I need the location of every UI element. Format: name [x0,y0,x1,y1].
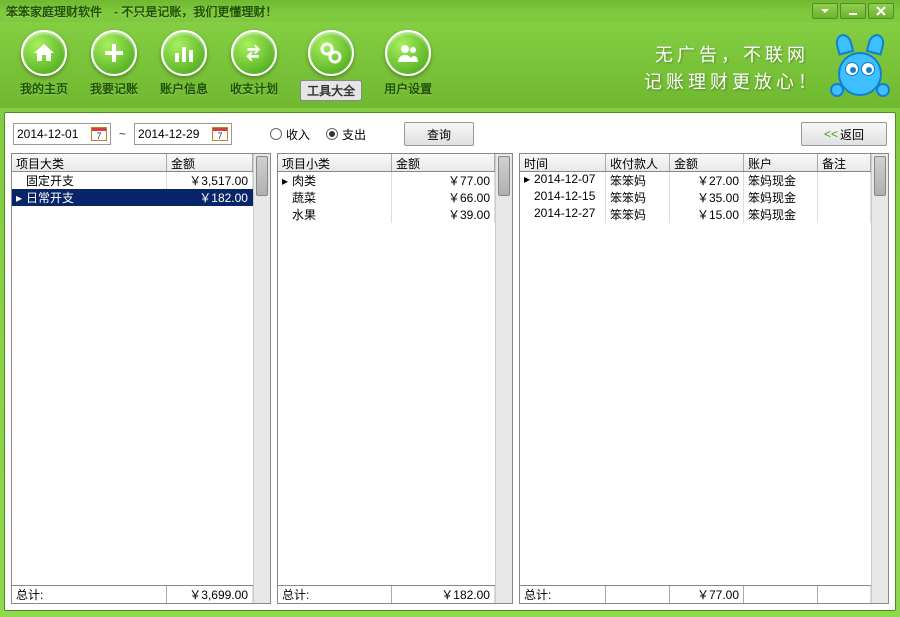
users-icon [385,30,431,76]
gear-icon [308,30,354,76]
col-header[interactable]: 金额 [167,154,253,171]
main-toolbar: 我的主页 我要记账 账户信息 收支计划 工具大全 用户设置 无广告，不联网 记账… [0,22,900,108]
table-row[interactable]: 2014-12-27 笨笨妈 ￥15.00 笨妈现金 [520,206,871,223]
date-range-separator: ~ [119,127,126,141]
slogan: 无广告，不联网 记账理财更放心！ [644,42,820,96]
table-row[interactable]: 蔬菜 ￥66.00 [278,189,495,206]
chart-icon [161,30,207,76]
date-to-input[interactable]: 2014-12-29 [134,123,232,145]
table-body[interactable]: 固定开支 ￥3,517.00 ▸日常开支 ￥182.00 [12,172,253,585]
col-header[interactable]: 账户 [744,154,818,171]
table-footer: 总计: ￥77.00 [520,585,871,603]
table-row[interactable]: 2014-12-15 笨笨妈 ￥35.00 笨妈现金 [520,189,871,206]
col-header[interactable]: 收付款人 [606,154,670,171]
minimize-button[interactable] [840,3,866,19]
tables-container: 项目大类 金额 固定开支 ￥3,517.00 ▸日常开支 ￥182.00 [11,153,889,604]
footer-label: 总计: [278,586,392,603]
date-from-input[interactable]: 2014-12-01 [13,123,111,145]
table-footer: 总计: ￥3,699.00 [12,585,253,603]
col-header[interactable]: 金额 [670,154,744,171]
col-header[interactable]: 项目大类 [12,154,167,171]
mascot-icon [830,34,890,99]
footer-amount: ￥182.00 [392,586,495,603]
table-header: 项目小类 金额 [278,154,495,172]
chevron-left-icon: << [824,127,838,141]
table-body[interactable]: ▸肉类 ￥77.00 蔬菜 ￥66.00 水果 ￥39.00 [278,172,495,585]
table-row[interactable]: 水果 ￥39.00 [278,206,495,223]
nav-label: 我的主页 [20,80,68,97]
date-to-value: 2014-12-29 [138,127,212,141]
radio-dot-icon [326,128,338,140]
col-header[interactable]: 备注 [818,154,871,171]
table-footer: 总计: ￥182.00 [278,585,495,603]
row-marker-icon: ▸ [282,174,292,188]
transfer-icon [231,30,277,76]
back-label: 返回 [840,126,864,143]
app-title: 笨笨家庭理财软件 - 不只是记账，我们更懂理财！ [6,3,277,20]
nav-users[interactable]: 用户设置 [384,30,432,101]
nav-label: 收支计划 [230,80,278,97]
row-marker-icon: ▸ [524,172,534,186]
slogan-line1: 无广告，不联网 [644,42,820,69]
home-icon [21,30,67,76]
date-from-value: 2014-12-01 [17,127,91,141]
detail-pane: 时间 收付款人 金额 账户 备注 ▸2014-12-07 笨笨妈 ￥27.00 … [519,153,889,604]
footer-label: 总计: [520,586,606,603]
query-button[interactable]: 查询 [404,122,474,146]
subcategory-pane: 项目小类 金额 ▸肉类 ￥77.00 蔬菜 ￥66.00 水果 [277,153,513,604]
slogan-line2: 记账理财更放心！ [644,69,820,96]
vertical-scrollbar[interactable] [871,154,888,603]
calendar-icon [212,127,228,141]
close-button[interactable] [868,3,894,19]
content-area: 2014-12-01 ~ 2014-12-29 收入 支出 查询 << 返回 [4,112,896,611]
table-row[interactable]: 固定开支 ￥3,517.00 [12,172,253,189]
plus-icon [91,30,137,76]
table-row[interactable]: ▸日常开支 ￥182.00 [12,189,253,206]
nav-plan[interactable]: 收支计划 [230,30,278,101]
radio-expense[interactable]: 支出 [326,126,366,143]
title-bar: 笨笨家庭理财软件 - 不只是记账，我们更懂理财！ [0,0,900,22]
nav-label: 工具大全 [300,80,362,101]
table-header: 项目大类 金额 [12,154,253,172]
vertical-scrollbar[interactable] [253,154,270,603]
radio-income[interactable]: 收入 [270,126,310,143]
type-radio-group: 收入 支出 [270,126,366,143]
category-pane: 项目大类 金额 固定开支 ￥3,517.00 ▸日常开支 ￥182.00 [11,153,271,604]
window-controls [812,3,894,19]
col-header[interactable]: 项目小类 [278,154,392,171]
filter-bar: 2014-12-01 ~ 2014-12-29 收入 支出 查询 << 返回 [11,119,889,149]
nav-account[interactable]: 账户信息 [160,30,208,101]
radio-label: 支出 [342,126,366,143]
table-row[interactable]: ▸肉类 ￥77.00 [278,172,495,189]
table-body[interactable]: ▸2014-12-07 笨笨妈 ￥27.00 笨妈现金 2014-12-15 笨… [520,172,871,585]
nav-home[interactable]: 我的主页 [20,30,68,101]
back-button[interactable]: << 返回 [801,122,887,146]
footer-amount: ￥3,699.00 [167,586,253,603]
calendar-icon [91,127,107,141]
nav-label: 用户设置 [384,80,432,97]
col-header[interactable]: 时间 [520,154,606,171]
nav-record[interactable]: 我要记账 [90,30,138,101]
table-header: 时间 收付款人 金额 账户 备注 [520,154,871,172]
table-row[interactable]: ▸2014-12-07 笨笨妈 ￥27.00 笨妈现金 [520,172,871,189]
vertical-scrollbar[interactable] [495,154,512,603]
radio-dot-icon [270,128,282,140]
footer-amount: ￥77.00 [670,586,744,603]
nav-tools[interactable]: 工具大全 [300,30,362,101]
nav-label: 我要记账 [90,80,138,97]
dropdown-button[interactable] [812,3,838,19]
radio-label: 收入 [286,126,310,143]
footer-label: 总计: [12,586,167,603]
col-header[interactable]: 金额 [392,154,495,171]
row-marker-icon: ▸ [16,191,26,205]
nav-label: 账户信息 [160,80,208,97]
